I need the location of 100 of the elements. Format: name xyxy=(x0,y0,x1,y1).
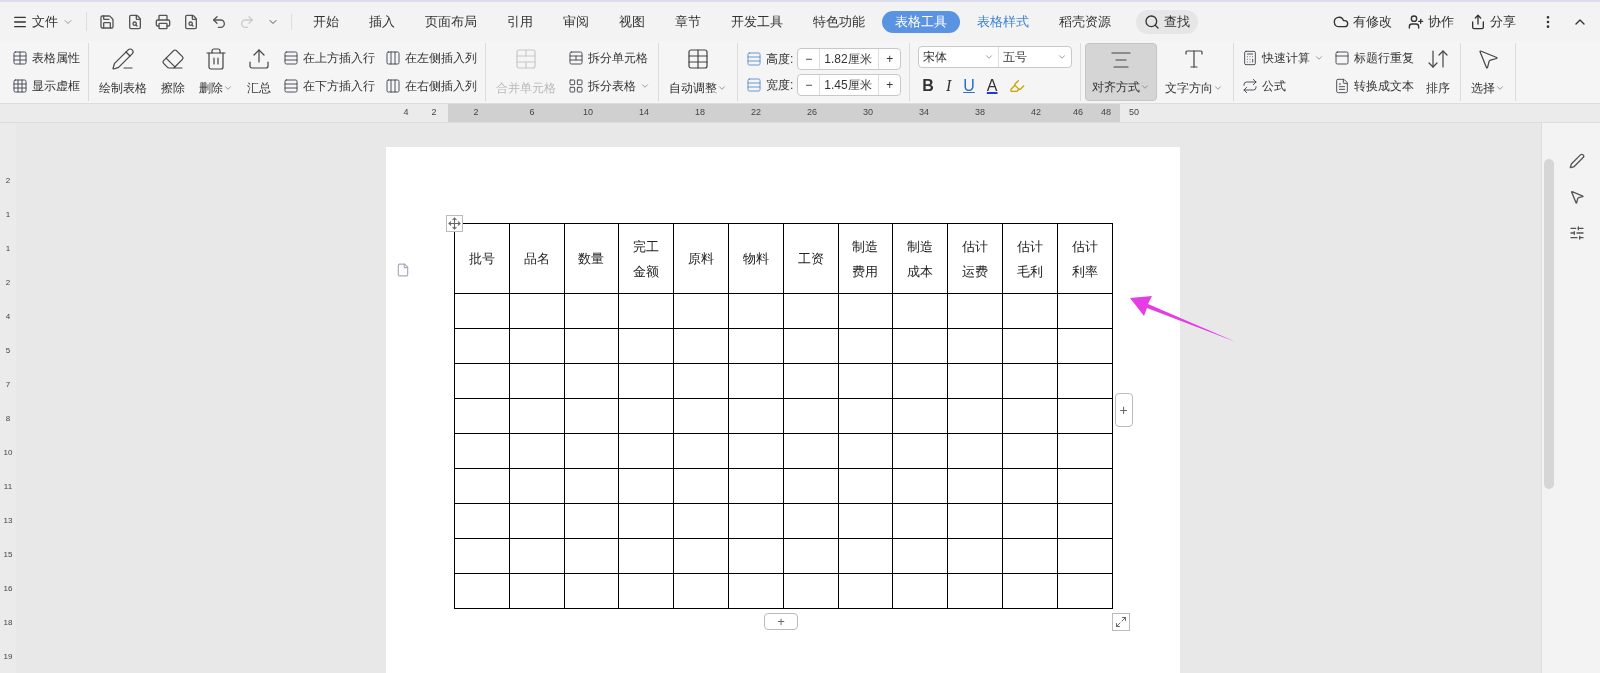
table-cell xyxy=(1057,573,1113,609)
ribbon-button[interactable]: 快速计算 xyxy=(1238,46,1329,70)
decrement-button[interactable]: − xyxy=(798,75,821,95)
settings-icon[interactable] xyxy=(1569,225,1585,241)
table-cell xyxy=(564,503,619,539)
ribbon-button[interactable]: 在左侧插入列 xyxy=(381,46,481,70)
ribbon-tab[interactable]: 章节 xyxy=(662,10,714,33)
ruler-number: 50 xyxy=(1128,106,1140,120)
caret-icon xyxy=(640,81,650,91)
ribbon-button[interactable]: 自动调整 xyxy=(663,43,733,101)
ribbon-button[interactable]: 排序 xyxy=(1420,43,1457,101)
table-cell xyxy=(838,328,893,364)
ribbon-button[interactable]: 显示虚框 xyxy=(8,74,84,98)
header-cell-text: 物料 xyxy=(741,250,770,268)
table-cell xyxy=(1002,363,1058,399)
table-cell xyxy=(673,328,729,364)
caret-icon xyxy=(1495,83,1506,93)
table-cell xyxy=(1057,503,1113,539)
ruler-number: 4 xyxy=(402,106,410,120)
ruler-number: 6 xyxy=(504,104,560,122)
ribbon-button[interactable]: 拆分单元格 xyxy=(564,46,654,70)
ribbon-button[interactable]: 绘制表格 xyxy=(93,43,153,101)
table-cell xyxy=(509,363,565,399)
ribbon-button[interactable]: 公式 xyxy=(1238,74,1329,98)
toolbar-action[interactable]: 有修改 xyxy=(1333,11,1392,32)
rows-icon xyxy=(283,50,299,66)
ribbon-button[interactable]: 转换成文本 xyxy=(1330,74,1419,98)
table-cell xyxy=(892,363,948,399)
size-spinner[interactable]: − 1.82厘米 + xyxy=(797,48,902,70)
table-cell xyxy=(892,433,948,469)
delete-table-icon xyxy=(204,47,228,71)
ribbon-button[interactable]: 标题行重复 xyxy=(1330,46,1419,70)
print-preview-icon[interactable] xyxy=(183,13,199,30)
ribbon-tab[interactable]: 开始 xyxy=(300,10,352,33)
font-style-button[interactable]: I xyxy=(945,74,952,98)
font-style-button[interactable]: U xyxy=(963,74,975,98)
merge-cells-icon xyxy=(514,47,538,71)
ribbon-tab[interactable]: 特色功能 xyxy=(800,10,878,33)
rows-icon xyxy=(283,78,299,94)
toolbar-action[interactable]: 协作 xyxy=(1408,11,1454,32)
add-row-button[interactable]: + xyxy=(764,613,798,630)
add-column-button[interactable]: + xyxy=(1114,393,1133,427)
table-cell xyxy=(1057,398,1113,434)
ribbon-tab[interactable]: 视图 xyxy=(606,10,658,33)
table-cell xyxy=(892,468,948,504)
ribbon-tab[interactable]: 审阅 xyxy=(550,10,602,33)
ribbon-button[interactable]: 汇总 xyxy=(241,43,277,101)
ribbon-button[interactable]: 表格属性 xyxy=(8,46,84,70)
cursor-icon[interactable] xyxy=(1569,189,1585,205)
ribbon-tab[interactable]: 引用 xyxy=(494,10,546,33)
header-cell-text: 完工 金额 xyxy=(632,237,661,281)
font-style-button[interactable]: A xyxy=(986,74,998,98)
ribbon-tab[interactable]: 稻壳资源 xyxy=(1046,10,1124,33)
size-icon xyxy=(746,77,762,93)
ruler-number: 19 xyxy=(3,651,13,663)
size-spinner[interactable]: − 1.45厘米 + xyxy=(797,74,902,96)
ruler-number: 10 xyxy=(560,104,616,122)
ribbon-tab[interactable]: 表格样式 xyxy=(964,10,1042,33)
pen-icon[interactable] xyxy=(1569,153,1585,169)
ruler-number: 34 xyxy=(896,104,952,122)
toolbar-action[interactable]: 分享 xyxy=(1470,11,1516,32)
grid-icon xyxy=(12,78,28,94)
decrement-button[interactable]: − xyxy=(798,49,821,69)
table-cell xyxy=(1002,573,1058,609)
summary-icon xyxy=(247,47,271,71)
ruler-number: 13 xyxy=(3,515,13,527)
ribbon-button[interactable]: 选择 xyxy=(1465,43,1512,101)
size-label: 宽度: xyxy=(766,77,794,94)
ribbon-button[interactable]: 对齐方式 xyxy=(1085,43,1158,101)
ribbon-button[interactable]: 在右侧插入列 xyxy=(381,74,481,98)
search-field[interactable]: 查找 xyxy=(1136,9,1198,34)
table-cell xyxy=(1002,398,1058,434)
ribbon-tab[interactable]: 插入 xyxy=(356,10,408,33)
increment-button[interactable]: + xyxy=(878,75,901,95)
ribbon-button[interactable]: 拆分表格 xyxy=(564,74,654,98)
ribbon-button[interactable]: 在下方插入行 xyxy=(279,74,379,98)
print-icon[interactable] xyxy=(155,13,171,30)
increment-button[interactable]: + xyxy=(878,49,901,69)
ribbon-button[interactable]: 文字方向 xyxy=(1159,43,1230,101)
undo-icon[interactable] xyxy=(211,13,227,30)
table-move-handle-icon[interactable] xyxy=(446,215,463,232)
table-cell xyxy=(564,433,619,469)
table-cell xyxy=(947,398,1003,434)
resize-icon[interactable] xyxy=(1112,613,1130,631)
table-cell xyxy=(509,503,565,539)
table-cell xyxy=(783,328,839,364)
ruler-number: 48 xyxy=(1092,104,1120,122)
ribbon-tab[interactable]: 页面布局 xyxy=(412,10,490,33)
scrollbar[interactable] xyxy=(1544,159,1554,489)
file-menu[interactable]: 文件 xyxy=(12,11,87,32)
table-cell xyxy=(892,398,948,434)
save-icon[interactable] xyxy=(99,13,115,30)
table-cell xyxy=(1057,468,1113,504)
ruler-number: 26 xyxy=(784,104,840,122)
ribbon-button[interactable]: 擦除 xyxy=(155,43,191,101)
ribbon-button[interactable]: 在上方插入行 xyxy=(279,46,379,70)
ribbon-button[interactable]: 删除 xyxy=(193,43,239,101)
table-cell xyxy=(728,503,784,539)
font-style-button[interactable]: B xyxy=(922,74,934,98)
ribbon-tab[interactable]: 开发工具 xyxy=(718,10,796,33)
